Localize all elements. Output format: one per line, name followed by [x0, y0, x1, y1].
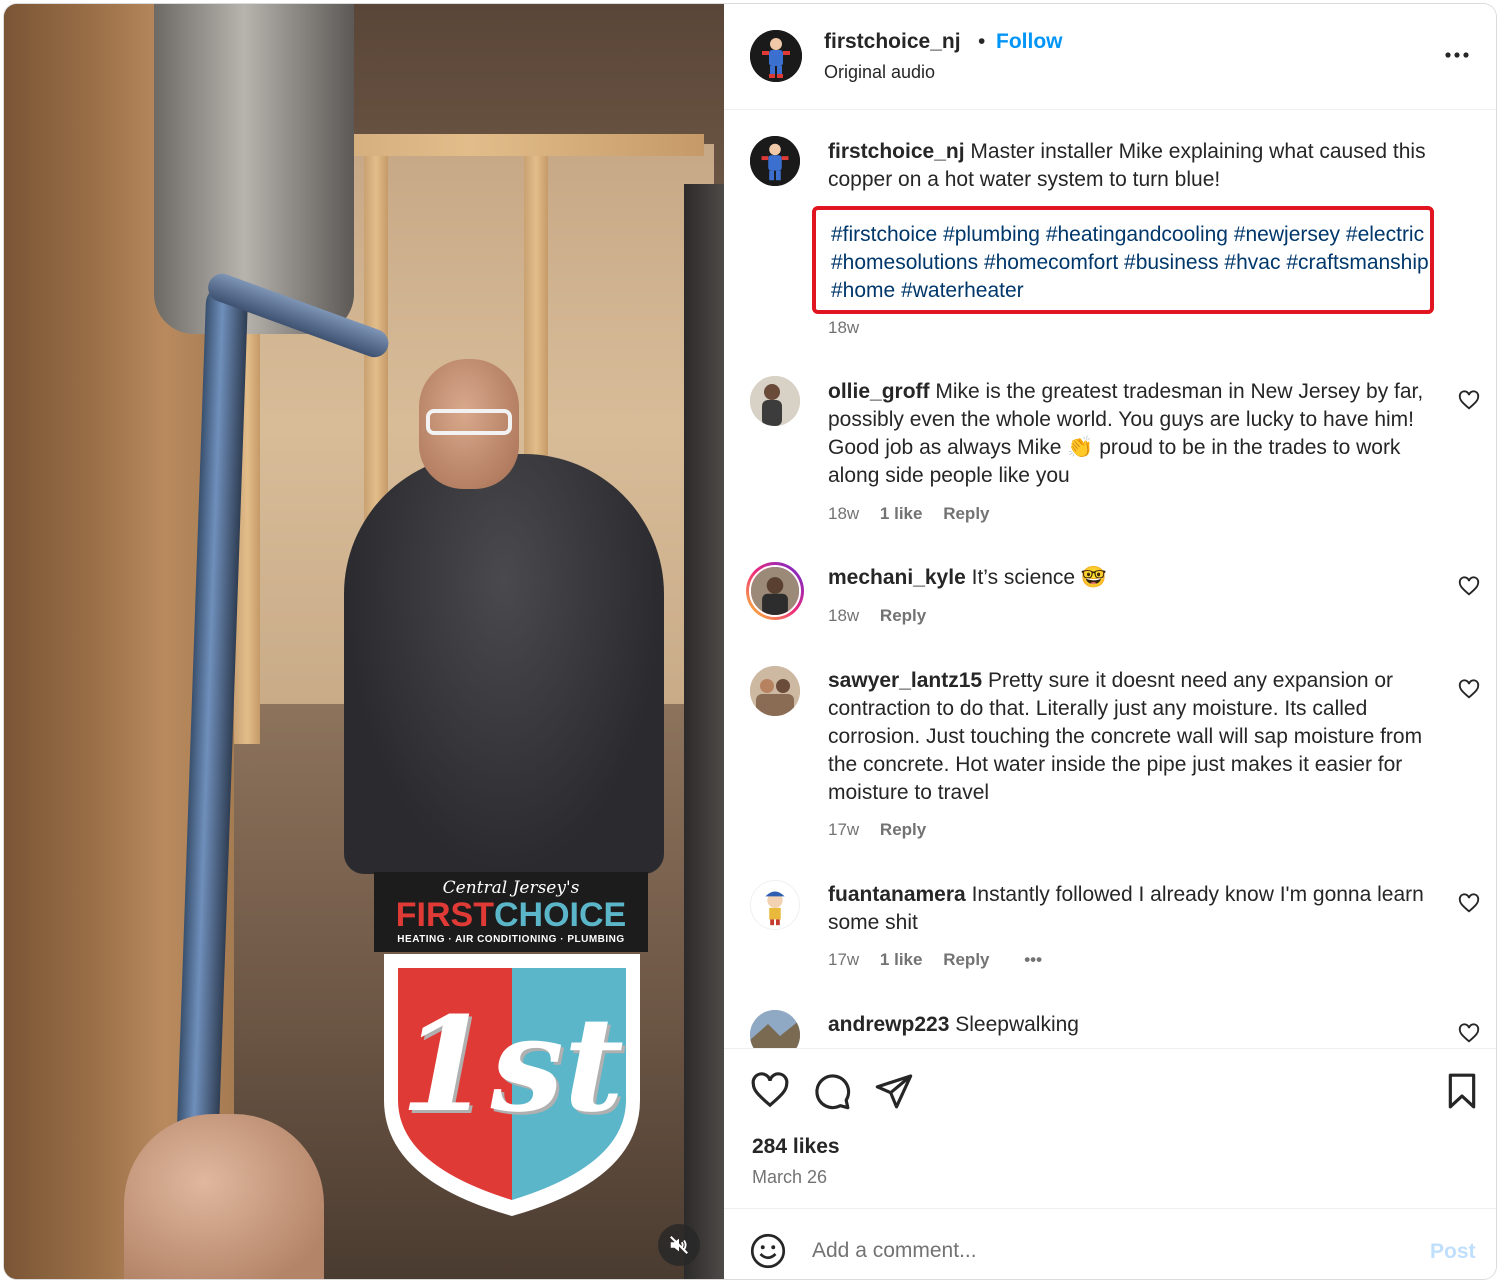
like-heart-icon[interactable]	[750, 1071, 790, 1111]
caption-avatar[interactable]	[750, 136, 800, 186]
instagram-post-window: Central Jersey's FIRSTCHOICE HEATING · A…	[3, 3, 1497, 1280]
comments-list[interactable]: firstchoice_nj Master installer Mike exp…	[724, 110, 1496, 1048]
comment-age[interactable]: 18w	[828, 606, 859, 625]
comment-input[interactable]	[812, 1231, 1392, 1271]
video-person	[344, 454, 664, 874]
comment-meta: 18w Reply	[828, 606, 942, 626]
post-comment-button[interactable]: Post	[1430, 1240, 1476, 1264]
comment-text: sawyer_lantz15 Pretty sure it doesnt nee…	[828, 667, 1440, 807]
more-options-icon[interactable]	[1442, 40, 1472, 70]
hashtag[interactable]: #electric	[1346, 223, 1424, 246]
hashtag[interactable]: #home	[831, 279, 895, 302]
hashtag[interactable]: #plumbing	[943, 223, 1040, 246]
logo-shield: 1st	[378, 950, 646, 1218]
comment-meta: 17w Reply	[828, 820, 942, 840]
comment-text: ollie_groff Mike is the greatest tradesm…	[828, 378, 1440, 490]
hashtag[interactable]: #firstchoice	[831, 223, 937, 246]
reply-button[interactable]: Reply	[943, 504, 989, 523]
logo-script-text: Central Jersey's	[442, 878, 580, 898]
emoji-smiley-icon[interactable]	[750, 1233, 786, 1269]
comment-body: It’s science 🤓	[971, 566, 1108, 589]
muted-speaker-icon	[670, 1236, 688, 1254]
logo-subtitle: HEATING · AIR CONDITIONING · PLUMBING	[397, 934, 625, 945]
hashtag[interactable]: #waterheater	[901, 279, 1024, 302]
like-comment-heart-icon[interactable]	[1458, 576, 1480, 598]
hashtags-highlight: #firstchoice #plumbing #heatingandcoolin…	[812, 206, 1434, 314]
video-glasses	[426, 409, 512, 435]
post-date[interactable]: March 26	[752, 1167, 827, 1188]
comment-more-options[interactable]: •••	[1024, 950, 1042, 969]
user-photo-icon	[750, 376, 800, 426]
company-logo: Central Jersey's FIRSTCHOICE HEATING · A…	[374, 872, 648, 952]
share-paper-plane-icon[interactable]	[874, 1071, 914, 1111]
commenter-avatar[interactable]	[750, 376, 800, 426]
post-side-panel: firstchoice_nj • Follow Original audio f…	[724, 4, 1496, 1279]
comment-body: Sleepwalking	[955, 1013, 1079, 1036]
like-comment-heart-icon[interactable]	[1458, 390, 1480, 412]
user-photo-icon	[750, 666, 800, 716]
logo-choice: CHOICE	[493, 896, 627, 934]
commenter-avatar[interactable]	[750, 880, 800, 930]
author-avatar[interactable]	[750, 30, 802, 82]
post-video[interactable]: Central Jersey's FIRSTCHOICE HEATING · A…	[4, 4, 724, 1279]
comment-username[interactable]: sawyer_lantz15	[828, 669, 982, 692]
audio-label[interactable]: Original audio	[824, 62, 935, 83]
comment-username[interactable]: mechani_kyle	[828, 566, 966, 589]
commenter-avatar[interactable]	[750, 1010, 800, 1048]
logo-first: FIRST	[395, 896, 494, 934]
comment-text: andrewp223 Sleepwalking	[828, 1011, 1440, 1039]
comment-text: fuantanamera Instantly followed I alread…	[828, 881, 1440, 937]
comment-age[interactable]: 17w	[828, 950, 859, 969]
post-header: firstchoice_nj • Follow Original audio	[724, 4, 1496, 110]
logo-badge-text: 1st	[400, 988, 624, 1141]
comment-age[interactable]: 17w	[828, 820, 859, 839]
reply-button[interactable]: Reply	[943, 950, 989, 969]
caption-username[interactable]: firstchoice_nj	[828, 140, 965, 163]
hashtag[interactable]: #craftsmanship	[1286, 251, 1428, 274]
hashtag[interactable]: #business	[1124, 251, 1219, 274]
video-hand	[124, 1114, 324, 1279]
hashtag[interactable]: #homecomfort	[984, 251, 1118, 274]
mute-toggle-button[interactable]	[658, 1224, 700, 1266]
like-comment-heart-icon[interactable]	[1458, 1023, 1480, 1045]
reply-button[interactable]: Reply	[880, 820, 926, 839]
comment-username[interactable]: fuantanamera	[828, 883, 966, 906]
logo-wordmark: FIRSTCHOICE	[374, 898, 648, 932]
caption-age[interactable]: 18w	[828, 318, 859, 337]
comment-username[interactable]: andrewp223	[828, 1013, 949, 1036]
comment-bubble-icon[interactable]	[812, 1071, 852, 1111]
follow-button[interactable]: Follow	[996, 30, 1063, 54]
comment-composer: Post	[724, 1208, 1496, 1279]
comment-meta: 18w 1 like Reply	[828, 504, 1006, 524]
commenter-avatar-story[interactable]	[746, 562, 804, 620]
comment-meta: 17w 1 like Reply •••	[828, 950, 1058, 970]
likes-count[interactable]: 284 likes	[752, 1135, 840, 1159]
user-photo-icon	[749, 565, 801, 617]
video-tank	[684, 184, 724, 1279]
reply-button[interactable]: Reply	[880, 606, 926, 625]
post-actions: 284 likes March 26	[724, 1048, 1496, 1208]
comment-age[interactable]: 18w	[828, 504, 859, 523]
hashtag[interactable]: #newjersey	[1234, 223, 1340, 246]
superhero-avatar-icon	[750, 136, 800, 186]
superhero-avatar-icon	[750, 30, 802, 82]
comment-username[interactable]: ollie_groff	[828, 380, 930, 403]
hashtag[interactable]: #heatingandcooling	[1046, 223, 1228, 246]
cartoon-avatar-icon	[751, 881, 799, 929]
author-username[interactable]: firstchoice_nj	[824, 30, 961, 54]
comment-likes[interactable]: 1 like	[880, 950, 923, 969]
header-separator: •	[978, 30, 986, 53]
hashtag[interactable]: #hvac	[1224, 251, 1280, 274]
hashtag[interactable]: #homesolutions	[831, 251, 978, 274]
caption-text: firstchoice_nj Master installer Mike exp…	[828, 138, 1440, 194]
like-comment-heart-icon[interactable]	[1458, 893, 1480, 915]
like-comment-heart-icon[interactable]	[1458, 679, 1480, 701]
save-bookmark-icon[interactable]	[1442, 1071, 1482, 1111]
caption-meta: 18w	[828, 318, 875, 338]
user-photo-icon	[750, 1010, 800, 1048]
comment-text: mechani_kyle It’s science 🤓	[828, 564, 1440, 592]
commenter-avatar[interactable]	[750, 666, 800, 716]
comment-likes[interactable]: 1 like	[880, 504, 923, 523]
